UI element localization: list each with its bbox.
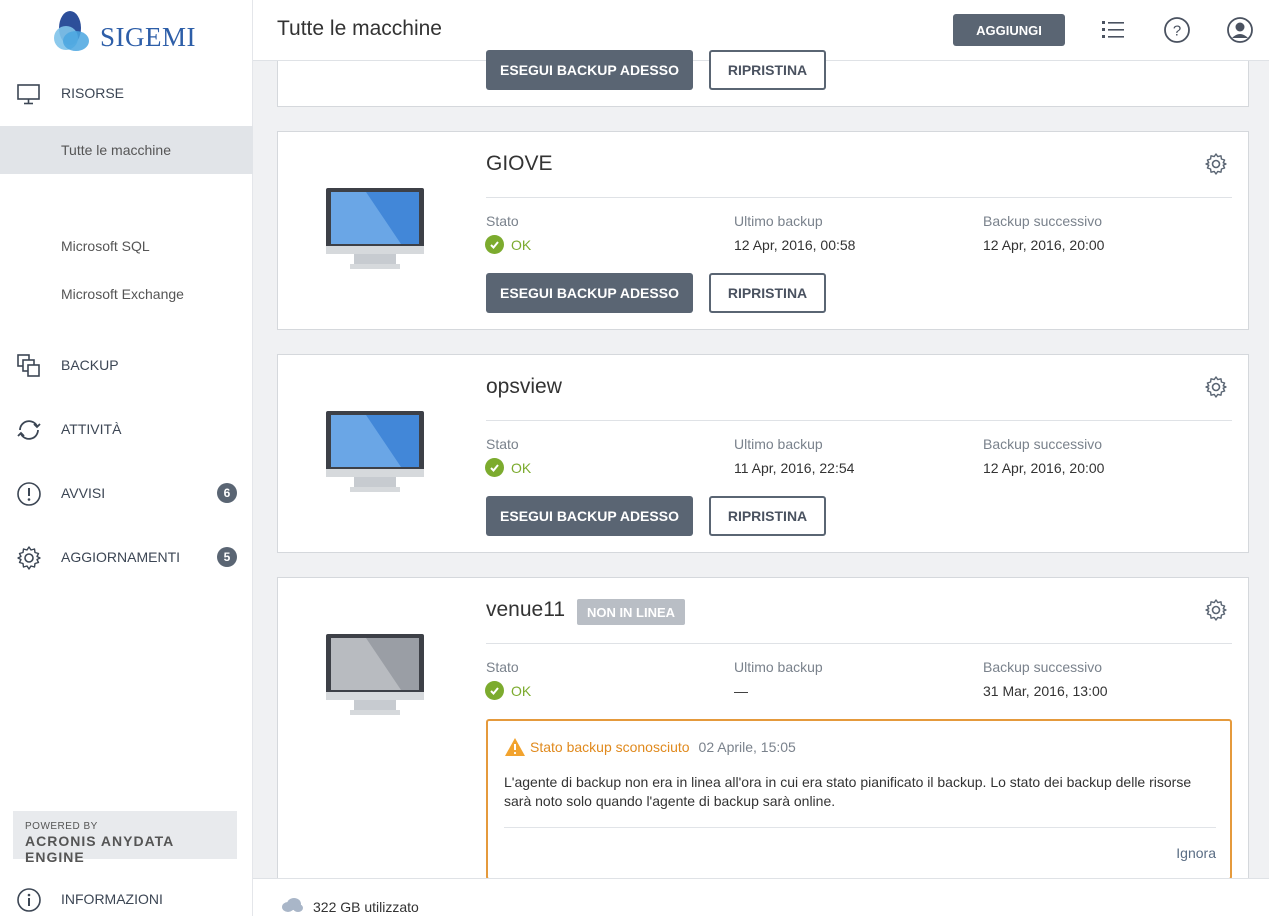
last-backup-label: Ultimo backup bbox=[734, 213, 823, 229]
status-label: Stato bbox=[486, 213, 519, 229]
machine-card: opsview Stato Ultimo backup Backup succe… bbox=[277, 354, 1249, 553]
cloud-icon bbox=[282, 898, 303, 912]
last-backup-value: 11 Apr, 2016, 22:54 bbox=[734, 460, 855, 476]
nav-informazioni[interactable]: INFORMAZIONI bbox=[0, 875, 253, 916]
nav-aggiornamenti[interactable]: AGGIORNAMENTI 5 bbox=[0, 533, 253, 581]
next-backup-label: Backup successivo bbox=[983, 659, 1103, 675]
sidebar-item-label: Tutte le macchine bbox=[61, 142, 171, 158]
check-circle-icon bbox=[485, 458, 504, 477]
alert-header: Stato backup sconosciuto 02 Aprile, 15:0… bbox=[504, 737, 796, 757]
sidebar: SIGEMI RISORSE Tutte le macchine Microso… bbox=[0, 0, 253, 916]
sigemi-logo[interactable]: SIGEMI bbox=[52, 8, 202, 54]
alert-title: Stato backup sconosciuto bbox=[530, 739, 690, 755]
avvisi-count-badge: 6 bbox=[217, 483, 237, 503]
machine-name[interactable]: venue11 bbox=[486, 598, 565, 622]
alert-circle-icon bbox=[17, 482, 41, 506]
backup-now-button[interactable]: ESEGUI BACKUP ADESSO bbox=[486, 50, 693, 90]
logo-text: SIGEMI bbox=[100, 22, 196, 52]
backup-now-button[interactable]: ESEGUI BACKUP ADESSO bbox=[486, 496, 693, 536]
powered-by-label: POWERED BY bbox=[25, 821, 98, 832]
storage-usage: 322 GB utilizzato bbox=[313, 899, 419, 915]
machine-card: venue11 NON IN LINEA Stato Ultimo backup… bbox=[277, 577, 1249, 880]
nav-backup-label: BACKUP bbox=[61, 357, 119, 373]
settings-gear-icon[interactable] bbox=[1204, 375, 1228, 399]
check-circle-icon bbox=[485, 235, 504, 254]
alert-date: 02 Aprile, 15:05 bbox=[698, 739, 796, 755]
add-button[interactable]: AGGIUNGI bbox=[953, 14, 1065, 46]
help-icon[interactable]: ? bbox=[1163, 16, 1191, 44]
last-backup-label: Ultimo backup bbox=[734, 436, 823, 452]
nav-avvisi-label: AVVISI bbox=[61, 485, 106, 501]
divider bbox=[486, 643, 1232, 644]
last-backup-label: Ultimo backup bbox=[734, 659, 823, 675]
logo-mark-icon bbox=[54, 11, 89, 51]
backup-now-button[interactable]: ESEGUI BACKUP ADESSO bbox=[486, 273, 693, 313]
restore-button[interactable]: RIPRISTINA bbox=[709, 273, 826, 313]
nav-informazioni-label: INFORMAZIONI bbox=[61, 891, 163, 907]
last-backup-value: 12 Apr, 2016, 00:58 bbox=[734, 237, 856, 253]
settings-gear-icon[interactable] bbox=[1204, 152, 1228, 176]
status-ok: OK bbox=[485, 681, 531, 700]
aggiornamenti-count-badge: 5 bbox=[217, 547, 237, 567]
list-view-icon[interactable] bbox=[1099, 16, 1127, 44]
monitor-icon bbox=[17, 84, 40, 105]
nav-attivita[interactable]: ATTIVITÀ bbox=[0, 405, 253, 453]
powered-by-box: POWERED BY ACRONIS ANYDATA ENGINE bbox=[13, 811, 237, 865]
machine-name[interactable]: opsview bbox=[486, 375, 562, 399]
sidebar-item-microsoft-exchange[interactable]: Microsoft Exchange bbox=[0, 270, 253, 318]
nav-backup[interactable]: BACKUP bbox=[0, 341, 253, 389]
next-backup-value: 12 Apr, 2016, 20:00 bbox=[983, 237, 1105, 253]
sidebar-item-tutte-le-macchine[interactable]: Tutte le macchine bbox=[0, 126, 253, 174]
info-icon bbox=[17, 888, 41, 912]
next-backup-label: Backup successivo bbox=[983, 436, 1103, 452]
last-backup-value: — bbox=[734, 683, 748, 699]
divider bbox=[486, 420, 1232, 421]
sidebar-item-label: Microsoft SQL bbox=[61, 238, 150, 254]
gear-icon bbox=[17, 546, 41, 570]
machine-name[interactable]: GIOVE bbox=[486, 152, 553, 176]
nav-avvisi[interactable]: AVVISI 6 bbox=[0, 469, 253, 517]
offline-badge: NON IN LINEA bbox=[577, 599, 685, 625]
settings-gear-icon[interactable] bbox=[1204, 598, 1228, 622]
nav-risorse-label: RISORSE bbox=[61, 85, 125, 101]
status-value: OK bbox=[511, 682, 532, 699]
status-value: OK bbox=[511, 459, 532, 476]
status-ok: OK bbox=[485, 235, 531, 254]
divider bbox=[486, 197, 1232, 198]
computer-monitor-icon bbox=[326, 188, 424, 269]
status-label: Stato bbox=[486, 436, 519, 452]
nav-risorse[interactable]: RISORSE bbox=[0, 69, 253, 117]
alert-message: L'agente di backup non era in linea all'… bbox=[504, 774, 1192, 809]
copy-icon bbox=[17, 354, 40, 377]
next-backup-value: 31 Mar, 2016, 13:00 bbox=[983, 683, 1108, 699]
storage-footer: 322 GB utilizzato bbox=[253, 878, 1269, 916]
backup-warning-alert: Stato backup sconosciuto 02 Aprile, 15:0… bbox=[486, 719, 1232, 880]
sidebar-item-label: Microsoft Exchange bbox=[61, 286, 184, 302]
status-label: Stato bbox=[486, 659, 519, 675]
restore-button[interactable]: RIPRISTINA bbox=[709, 50, 826, 90]
user-account-icon[interactable] bbox=[1226, 16, 1254, 44]
status-ok: OK bbox=[485, 458, 531, 477]
machine-card-partial: ESEGUI BACKUP ADESSO RIPRISTINA bbox=[277, 50, 1249, 107]
next-backup-label: Backup successivo bbox=[983, 213, 1103, 229]
nav-aggiornamenti-label: AGGIORNAMENTI bbox=[61, 549, 181, 565]
sidebar-item-microsoft-sql[interactable]: Microsoft SQL bbox=[0, 222, 253, 270]
computer-monitor-icon bbox=[326, 411, 424, 492]
machine-card: GIOVE Stato Ultimo backup Backup success… bbox=[277, 131, 1249, 330]
engine-label: ACRONIS ANYDATA ENGINE bbox=[25, 833, 174, 865]
ignore-link[interactable]: Ignora bbox=[1176, 845, 1216, 861]
svg-text:?: ? bbox=[1173, 23, 1181, 40]
computer-monitor-offline-icon bbox=[326, 634, 424, 715]
check-circle-icon bbox=[485, 681, 504, 700]
sync-icon bbox=[17, 420, 41, 440]
nav-attivita-label: ATTIVITÀ bbox=[61, 421, 122, 437]
restore-button[interactable]: RIPRISTINA bbox=[709, 496, 826, 536]
warning-triangle-icon bbox=[505, 738, 525, 756]
alert-divider bbox=[504, 827, 1216, 828]
next-backup-value: 12 Apr, 2016, 20:00 bbox=[983, 460, 1105, 476]
page-title: Tutte le macchine bbox=[277, 17, 442, 40]
status-value: OK bbox=[511, 236, 532, 253]
